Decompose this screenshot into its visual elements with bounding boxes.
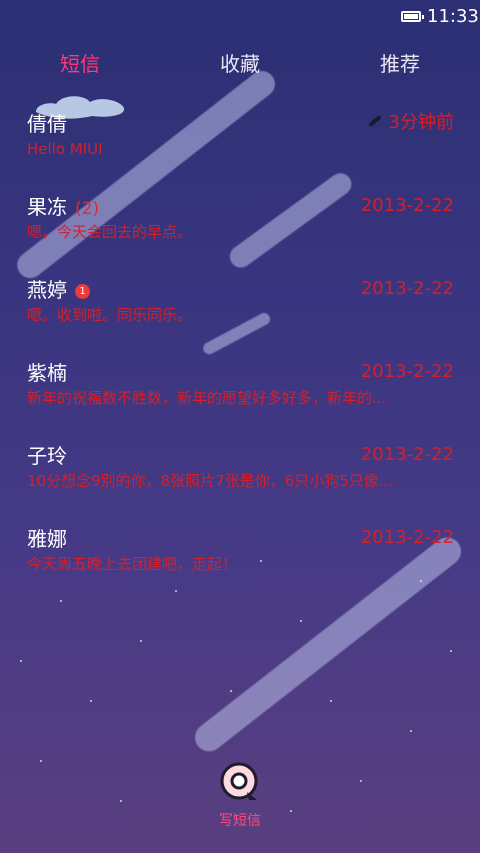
compose-message-icon [220,762,258,800]
message-preview: 嗯。收到啦。同乐同乐。 [27,306,193,324]
unread-badge: 1 [75,284,90,299]
tab-recommended[interactable]: 推荐 [360,52,440,76]
message-time: 2013-2-22 [360,444,454,465]
conversation-item[interactable]: 倩倩 3分钟前 Hello MIUI [0,111,480,193]
message-time: 2013-2-22 [360,361,454,382]
tab-favorites[interactable]: 收藏 [200,52,280,76]
message-preview: 今天周五晚上去团建吧，走起！ [27,555,238,573]
compose-message-button[interactable]: 写短信 [210,762,270,832]
contact-name: 燕婷 1 [27,277,90,303]
message-preview: 10分想念9别的你，8张照片7张是你，6只小狗5只像... [27,472,394,490]
status-bar: 11:33 [0,0,480,34]
message-time: 2013-2-22 [360,527,454,548]
message-time: 2013-2-22 [360,278,454,299]
tab-messages[interactable]: 短信 [40,52,120,76]
conversation-item[interactable]: 燕婷 1 2013-2-22 嗯。收到啦。同乐同乐。 [0,277,480,359]
tab-bar: 短信 收藏 推荐 [0,40,480,119]
contact-name: 紫楠 [27,361,67,385]
conversation-item[interactable]: 果冻 (2) 2013-2-22 嗯，今天会回去的早点。 [0,194,480,276]
message-preview: 嗯，今天会回去的早点。 [27,223,193,241]
message-count: (2) [75,199,100,219]
message-time: 2013-2-22 [360,195,454,216]
conversation-item[interactable]: 雅娜 2013-2-22 今天周五晚上去团建吧，走起！ [0,526,480,608]
message-preview: 新年的祝福数不胜数，新年的愿望好多好多，新年的... [27,389,387,407]
draft-pencil-icon [368,114,382,128]
compose-label: 写短信 [219,813,261,829]
message-preview: Hello MIUI [27,140,103,158]
conversation-item[interactable]: 紫楠 2013-2-22 新年的祝福数不胜数，新年的愿望好多好多，新年的... [0,360,480,442]
contact-name: 雅娜 [27,527,67,551]
conversation-item[interactable]: 子玲 2013-2-22 10分想念9别的你，8张照片7张是你，6只小狗5只像.… [0,443,480,525]
contact-name: 果冻 (2) [27,195,100,219]
status-clock: 11:33 [427,6,479,27]
message-time: 3分钟前 [388,112,454,133]
contact-name: 子玲 [27,444,67,468]
contact-name: 倩倩 [27,112,67,136]
battery-full-icon [401,11,424,22]
